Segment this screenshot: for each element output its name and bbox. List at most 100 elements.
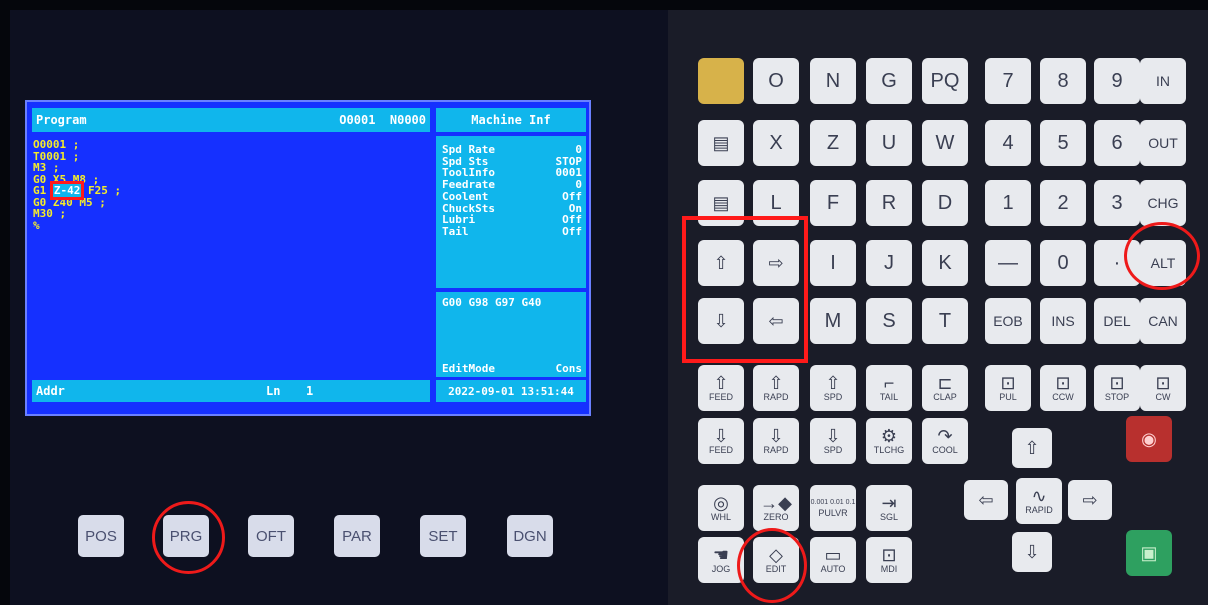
key-chg[interactable]: CHG	[1140, 180, 1186, 226]
key-s[interactable]: S	[866, 298, 912, 344]
key-n[interactable]: N	[810, 58, 856, 104]
key-i[interactable]: I	[810, 240, 856, 286]
cool-label: COOL	[932, 445, 958, 455]
rapd-label: RAPD	[763, 445, 789, 455]
feed-down-key[interactable]: ⇩ FEED	[698, 418, 744, 464]
key-5[interactable]: 5	[1040, 120, 1086, 166]
address-bar: Addr Ln 1	[32, 380, 430, 402]
page-icon: ▤	[712, 193, 730, 213]
key-out[interactable]: OUT	[1140, 120, 1186, 166]
rapid-down-key[interactable]: ⇩ RAPD	[753, 418, 799, 464]
key-3[interactable]: 3	[1094, 180, 1140, 226]
spindle-ccw-key[interactable]: ⊡ CCW	[1040, 365, 1086, 411]
key-page[interactable]: ▤	[698, 120, 744, 166]
rapid-icon: ∿	[1031, 486, 1047, 506]
key-can[interactable]: CAN	[1140, 298, 1186, 344]
key-w[interactable]: W	[922, 120, 968, 166]
pos-button[interactable]: POS	[78, 515, 124, 557]
prg-highlight-circle	[152, 501, 225, 574]
key-g[interactable]: G	[866, 58, 912, 104]
dgn-button[interactable]: DGN	[507, 515, 553, 557]
spindle-pulse-key[interactable]: ⊡ PUL	[985, 365, 1031, 411]
pulvr-label: PULVR	[818, 508, 848, 518]
key-m[interactable]: M	[810, 298, 856, 344]
cons-label: Cons	[555, 362, 583, 375]
machine-info-label: Coolent	[442, 189, 489, 203]
modal-gcode-panel: G00 G98 G97 G40 EditMode Cons	[436, 292, 586, 377]
single-block-icon: ⇥	[881, 493, 897, 513]
key-minus[interactable]: —	[985, 240, 1031, 286]
rapid-key[interactable]: ∿ RAPID	[1016, 478, 1062, 524]
spindle-stop-key[interactable]: ⊡ STOP	[1094, 365, 1140, 411]
key-6[interactable]: 6	[1094, 120, 1140, 166]
tail-label: TAIL	[879, 392, 899, 402]
edit-mode-label: EditMode	[442, 362, 495, 375]
clamp-key[interactable]: ⊏ CLAP	[922, 365, 968, 411]
zero-return-key[interactable]: →◆ ZERO	[753, 485, 799, 531]
handwheel-key[interactable]: ◎ WHL	[698, 485, 744, 531]
key-1[interactable]: 1	[985, 180, 1031, 226]
oft-button[interactable]: OFT	[248, 515, 294, 557]
key-o[interactable]: O	[753, 58, 799, 104]
cycle-start-key[interactable]: ▣	[1126, 530, 1172, 576]
lcd-screen: Program O0001 N0000 Machine Inf O0001 ; T…	[25, 100, 591, 416]
tail-key[interactable]: ⌐ TAIL	[866, 365, 912, 411]
key-x[interactable]: X	[753, 120, 799, 166]
key-4[interactable]: 4	[985, 120, 1031, 166]
auto-icon: ▭	[824, 545, 842, 565]
auto-mode-key[interactable]: ▭ AUTO	[810, 537, 856, 583]
spindle-up-key[interactable]: ⇧ SPD	[810, 365, 856, 411]
key-t[interactable]: T	[922, 298, 968, 344]
key-9[interactable]: 9	[1094, 58, 1140, 104]
par-button[interactable]: PAR	[334, 515, 380, 557]
up-arrow-icon: ⇧	[713, 373, 729, 393]
key-z[interactable]: Z	[810, 120, 856, 166]
rapid-up-key[interactable]: ⇧ RAPD	[753, 365, 799, 411]
key-d[interactable]: D	[922, 180, 968, 226]
key-eob[interactable]: EOB	[985, 298, 1031, 344]
spindle-cw-key[interactable]: ⊡ CW	[1140, 365, 1186, 411]
key-k[interactable]: K	[922, 240, 968, 286]
clap-label: CLAP	[933, 392, 957, 402]
set-button[interactable]: SET	[420, 515, 466, 557]
key-7[interactable]: 7	[985, 58, 1031, 104]
sequence-number: N0000	[389, 113, 426, 127]
key-2[interactable]: 2	[1040, 180, 1086, 226]
tool-change-key[interactable]: ⚙ TLCHG	[866, 418, 912, 464]
key-del[interactable]: DEL	[1094, 298, 1140, 344]
key-f[interactable]: F	[810, 180, 856, 226]
key-u[interactable]: U	[866, 120, 912, 166]
alt-highlight-circle	[1124, 222, 1200, 290]
key-r[interactable]: R	[866, 180, 912, 226]
machine-info-row: Spd Rate 0	[442, 144, 582, 156]
emergency-key[interactable]: ◉	[1126, 416, 1172, 462]
key-8[interactable]: 8	[1040, 58, 1086, 104]
machine-info-label: Tail	[442, 224, 469, 238]
auto-label: AUTO	[820, 564, 846, 574]
coolant-key[interactable]: ↷ COOL	[922, 418, 968, 464]
feed-up-key[interactable]: ⇧ FEED	[698, 365, 744, 411]
jog-plus-x-key[interactable]: ⇧	[1012, 428, 1052, 468]
program-title: Program	[36, 113, 87, 127]
mdi-mode-key[interactable]: ⊡ MDI	[866, 537, 912, 583]
key-0[interactable]: 0	[1040, 240, 1086, 286]
machine-info-value: Off	[562, 224, 582, 238]
addr-label: Addr	[36, 384, 65, 398]
pulse-rate-key[interactable]: 0.001 0.01 0.1 PULVR	[810, 485, 856, 531]
jog-minus-x-key[interactable]: ⇩	[1012, 532, 1052, 572]
key-in[interactable]: IN	[1140, 58, 1186, 104]
jog-plus-z-key[interactable]: ⇨	[1068, 480, 1112, 520]
key-j[interactable]: J	[866, 240, 912, 286]
single-block-key[interactable]: ⇥ SGL	[866, 485, 912, 531]
key-ins[interactable]: INS	[1040, 298, 1086, 344]
spd-label: SPD	[823, 445, 843, 455]
program-line-text: %	[33, 218, 40, 232]
reset-key[interactable]	[698, 58, 744, 104]
key-pq[interactable]: PQ	[922, 58, 968, 104]
down-arrow-icon: ⇩	[825, 426, 841, 446]
clamp-icon: ⊏	[937, 373, 953, 393]
start-icon: ▣	[1140, 543, 1158, 563]
sgl-label: SGL	[879, 512, 898, 522]
spindle-down-key[interactable]: ⇩ SPD	[810, 418, 856, 464]
jog-minus-z-key[interactable]: ⇦	[964, 480, 1008, 520]
